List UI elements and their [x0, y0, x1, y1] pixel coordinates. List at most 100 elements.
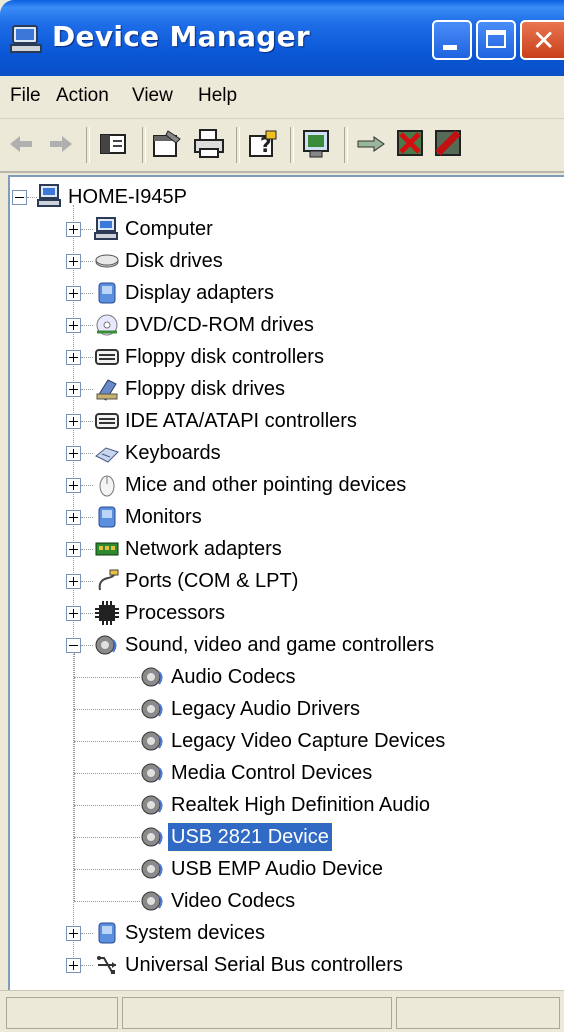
mouse-icon: [99, 475, 115, 497]
tree-line: [74, 709, 140, 711]
forward-icon[interactable]: [44, 127, 78, 161]
tree-category-label[interactable]: Floppy disk controllers: [122, 343, 327, 371]
tree-line: [81, 965, 93, 967]
tree-device-label[interactable]: Video Codecs: [168, 887, 298, 915]
minimize-button[interactable]: [432, 20, 472, 60]
help-icon[interactable]: ?: [246, 127, 280, 161]
tree-category-label[interactable]: Universal Serial Bus controllers: [122, 951, 406, 979]
toolbar-separator: [236, 127, 240, 163]
tree-category-label[interactable]: Sound, video and game controllers: [122, 631, 437, 659]
tree-device-label[interactable]: Media Control Devices: [168, 759, 375, 787]
expand-toggle[interactable]: [66, 414, 81, 429]
tree-device-label[interactable]: Audio Codecs: [168, 663, 299, 691]
expand-toggle[interactable]: [66, 254, 81, 269]
expand-toggle[interactable]: [66, 222, 81, 237]
status-pane-3: [396, 997, 560, 1029]
tree-line: [81, 485, 93, 487]
properties-icon[interactable]: [150, 127, 184, 161]
tree-category-label[interactable]: Disk drives: [122, 247, 226, 275]
expand-toggle[interactable]: [66, 286, 81, 301]
tree-line: [81, 357, 93, 359]
toolbar-separator: [344, 127, 348, 163]
sound-icon: [141, 795, 163, 815]
expand-toggle[interactable]: [66, 318, 81, 333]
collapse-toggle[interactable]: [66, 638, 81, 653]
tree-category-label[interactable]: System devices: [122, 919, 268, 947]
tree-device-label[interactable]: Legacy Video Capture Devices: [168, 727, 448, 755]
sound-icon: [141, 859, 163, 879]
tree-line: [74, 837, 140, 839]
tree-line: [81, 389, 93, 391]
tree-category-label[interactable]: IDE ATA/ATAPI controllers: [122, 407, 360, 435]
tree-root-label[interactable]: HOME-I945P: [65, 183, 190, 211]
tree-line: [74, 901, 140, 903]
expand-toggle[interactable]: [66, 574, 81, 589]
keyboard-icon: [95, 447, 119, 463]
back-icon[interactable]: [4, 127, 38, 161]
sound-icon: [141, 731, 163, 751]
tree-device-label[interactable]: Legacy Audio Drivers: [168, 695, 363, 723]
tree-category-label[interactable]: Ports (COM & LPT): [122, 567, 301, 595]
tree-device-label-selected[interactable]: USB 2821 Device: [167, 822, 333, 852]
console-tree-icon[interactable]: [96, 127, 130, 161]
usb-icon: [97, 956, 116, 974]
tree-line: [81, 517, 93, 519]
tree-device-label[interactable]: USB EMP Audio Device: [168, 855, 386, 883]
expand-toggle[interactable]: [66, 926, 81, 941]
menu-action[interactable]: Action: [56, 85, 109, 107]
tree-category-label[interactable]: Floppy disk drives: [122, 375, 288, 403]
maximize-icon: [486, 30, 506, 48]
controller-icon: [95, 349, 119, 365]
collapse-root-toggle[interactable]: [12, 190, 27, 205]
tree-device-label[interactable]: Realtek High Definition Audio: [168, 791, 433, 819]
device-manager-window: Device Manager ✕ File Action View Help ?…: [0, 0, 564, 1032]
tree-category-label[interactable]: Monitors: [122, 503, 205, 531]
close-button[interactable]: ✕: [520, 20, 564, 60]
tree-category-label[interactable]: Mice and other pointing devices: [122, 471, 409, 499]
tree-category-label[interactable]: Display adapters: [122, 279, 277, 307]
print-icon[interactable]: [192, 127, 226, 161]
status-pane-1: [6, 997, 118, 1029]
tree-line: [74, 677, 140, 679]
sound-icon: [95, 635, 117, 655]
tree-category-label[interactable]: Computer: [122, 215, 216, 243]
device-tree[interactable]: HOME-I945P Computer Disk drives Display ad…: [8, 175, 564, 992]
tree-line: [81, 549, 93, 551]
tree-line: [81, 453, 93, 455]
computer-icon: [37, 184, 61, 207]
processor-icon: [95, 601, 119, 625]
expand-toggle[interactable]: [66, 382, 81, 397]
menu-help[interactable]: Help: [198, 85, 237, 107]
computer-icon: [94, 217, 118, 240]
expand-toggle[interactable]: [66, 446, 81, 461]
expand-toggle[interactable]: [66, 606, 81, 621]
toolbar: ?: [0, 119, 564, 173]
tree-category-label[interactable]: Keyboards: [122, 439, 224, 467]
close-icon: ✕: [532, 24, 556, 57]
sound-icon: [141, 763, 163, 783]
toolbar-separator: [142, 127, 146, 163]
tree-line: [81, 229, 93, 231]
tree-category-label[interactable]: Network adapters: [122, 535, 285, 563]
scan-hardware-icon[interactable]: [300, 127, 334, 161]
maximize-button[interactable]: [476, 20, 516, 60]
expand-toggle[interactable]: [66, 958, 81, 973]
title-bar[interactable]: Device Manager ✕: [0, 0, 564, 76]
menu-file[interactable]: File: [10, 85, 41, 107]
tree-category-label[interactable]: Processors: [122, 599, 228, 627]
tree-line: [81, 613, 93, 615]
expand-toggle[interactable]: [66, 350, 81, 365]
menu-view[interactable]: View: [132, 85, 173, 107]
expand-toggle[interactable]: [66, 478, 81, 493]
display-adapter-icon: [98, 282, 116, 304]
tree-line: [81, 933, 93, 935]
update-driver-icon[interactable]: [354, 127, 388, 161]
expand-toggle[interactable]: [66, 542, 81, 557]
window-title: Device Manager: [52, 20, 311, 53]
disable-icon[interactable]: [432, 127, 466, 161]
port-icon: [98, 569, 119, 591]
tree-category-label[interactable]: DVD/CD-ROM drives: [122, 311, 317, 339]
network-adapter-icon: [95, 542, 119, 556]
expand-toggle[interactable]: [66, 510, 81, 525]
uninstall-icon[interactable]: [394, 127, 428, 161]
